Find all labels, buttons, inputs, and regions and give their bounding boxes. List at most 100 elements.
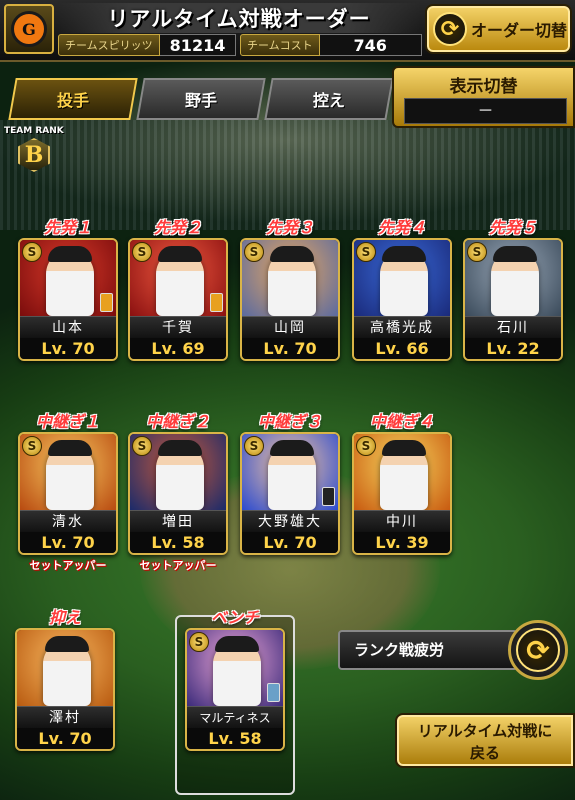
slot-role-label: 先発３ [265, 218, 314, 237]
player-level: Lv. 22 [465, 338, 561, 359]
slot-role-label: ベンチ [210, 608, 259, 627]
player-card[interactable]: S 大野雄大 Lv. 70 [240, 432, 340, 555]
player-slot: 先発４ S 高橋光成 Lv. 66 [352, 214, 452, 361]
player-level: Lv. 70 [17, 728, 113, 749]
team-logo[interactable]: G [4, 4, 54, 54]
player-cap [215, 636, 259, 652]
slot-role-label: 中継ぎ３ [257, 412, 322, 431]
player-name: 千賀 [130, 316, 226, 338]
tab-reserves[interactable]: 控え [264, 78, 394, 120]
slot-role-label: 先発５ [488, 218, 537, 237]
rarity-badge-icon [210, 293, 223, 312]
player-level: Lv. 66 [354, 338, 450, 359]
rank-fatigue-panel[interactable]: ランク戦疲労 [338, 630, 518, 670]
player-name: 高橋光成 [354, 316, 450, 338]
player-slot: 先発５ S 石川 Lv. 22 [463, 214, 563, 361]
player-name: 石川 [465, 316, 561, 338]
team-cost-stat: チームコスト 746 [240, 34, 422, 56]
star-coin-icon: S [22, 436, 42, 456]
player-card[interactable]: S 山岡 Lv. 70 [240, 238, 340, 361]
team-rank-caption: TEAM RANK [4, 126, 64, 136]
tab-pitchers[interactable]: 投手 [8, 78, 138, 120]
return-button-line1: リアルタイム対戦に [417, 722, 553, 740]
team-cost-label: チームコスト [240, 34, 320, 56]
star-coin-icon: S [244, 436, 264, 456]
player-name: 大野雄大 [242, 510, 338, 532]
rarity-badge-icon [267, 683, 280, 702]
player-card[interactable]: S 増田 Lv. 58 [128, 432, 228, 555]
player-slot: 先発２ S 千賀 Lv. 69 [128, 214, 228, 361]
slot-role-label: 先発２ [153, 218, 202, 237]
player-name: 山岡 [242, 316, 338, 338]
return-to-realtime-battle-button[interactable]: リアルタイム対戦に 戻る [395, 713, 575, 768]
player-card[interactable]: S 高橋光成 Lv. 66 [352, 238, 452, 361]
cycle-icon: ⟳ [516, 628, 560, 672]
player-card[interactable]: S 山本 Lv. 70 [18, 238, 118, 361]
player-card[interactable]: S 中川 Lv. 39 [352, 432, 452, 555]
screen-title: リアルタイム対戦オーダー [58, 3, 420, 33]
tab-fielders[interactable]: 野手 [136, 78, 266, 120]
return-button-line2: 戻る [469, 744, 500, 762]
player-slot: 中継ぎ１ S 清水 Lv. 70 セットアッパー [18, 408, 118, 573]
star-coin-icon: S [132, 242, 152, 262]
player-card[interactable]: S 清水 Lv. 70 [18, 432, 118, 555]
player-slot: 中継ぎ４ S 中川 Lv. 39 [352, 408, 452, 555]
player-cap [382, 246, 426, 262]
player-cap [270, 246, 314, 262]
player-card[interactable]: S 石川 Lv. 22 [463, 238, 563, 361]
star-coin-icon: S [189, 632, 209, 652]
star-coin-icon: S [356, 242, 376, 262]
player-cap [45, 636, 89, 652]
team-spirits-value: 81214 [159, 34, 236, 56]
tab-label: 野手 [184, 91, 217, 110]
player-cap [382, 440, 426, 456]
player-cap [270, 440, 314, 456]
team-spirits-label: チームスピリッツ [58, 34, 160, 56]
slot-role-label: 抑え [48, 608, 81, 627]
player-slot: 先発１ S 山本 Lv. 70 [18, 214, 118, 361]
player-cap [48, 440, 92, 456]
slot-role-label: 中継ぎ１ [35, 412, 100, 431]
star-coin-icon: S [244, 242, 264, 262]
sub-role-label: セットアッパー [139, 559, 217, 572]
giants-logo-icon: G [11, 11, 47, 47]
order-switch-label: オーダー切替 [471, 21, 568, 40]
player-card[interactable]: S 千賀 Lv. 69 [128, 238, 228, 361]
slot-role-label: 中継ぎ４ [369, 412, 434, 431]
player-card[interactable]: S マルティネス Lv. 58 [185, 628, 285, 751]
order-switch-button[interactable]: ⟳ オーダー切替 [425, 4, 572, 54]
player-level: Lv. 70 [20, 338, 116, 359]
player-name: 山本 [20, 316, 116, 338]
player-cap [493, 246, 537, 262]
player-level: Lv. 70 [242, 338, 338, 359]
player-name: 中川 [354, 510, 450, 532]
player-slot: ベンチ S マルティネス Lv. 58 [185, 604, 285, 751]
position-tabs: 投手 野手 控え [8, 78, 394, 120]
star-coin-icon: S [356, 436, 376, 456]
slot-role-label: 先発４ [377, 218, 426, 237]
slot-role-label: 先発１ [43, 218, 92, 237]
cycle-icon: ⟳ [433, 12, 467, 46]
player-slot: 中継ぎ２ S 増田 Lv. 58 セットアッパー [128, 408, 228, 573]
player-level: Lv. 70 [20, 532, 116, 553]
player-level: Lv. 69 [130, 338, 226, 359]
player-card[interactable]: 澤村 Lv. 70 [15, 628, 115, 751]
player-name: 増田 [130, 510, 226, 532]
player-cap [158, 246, 202, 262]
star-coin-icon: S [467, 242, 487, 262]
player-level: Lv. 58 [130, 532, 226, 553]
fatigue-toggle-button[interactable]: ⟳ [508, 620, 568, 680]
player-name: 清水 [20, 510, 116, 532]
star-coin-icon: S [132, 436, 152, 456]
team-spirits-stat: チームスピリッツ 81214 [58, 34, 236, 56]
tab-label: 投手 [56, 91, 89, 110]
star-coin-icon: S [22, 242, 42, 262]
tab-label: 控え [312, 91, 345, 110]
player-name: 澤村 [17, 706, 113, 728]
player-cap [48, 246, 92, 262]
player-level: Lv. 70 [242, 532, 338, 553]
rarity-badge-icon [322, 487, 335, 506]
display-switch-label: 表示切替 [449, 77, 518, 97]
display-switch-button[interactable]: 表示切替 － [392, 66, 575, 128]
player-portrait [17, 630, 113, 706]
